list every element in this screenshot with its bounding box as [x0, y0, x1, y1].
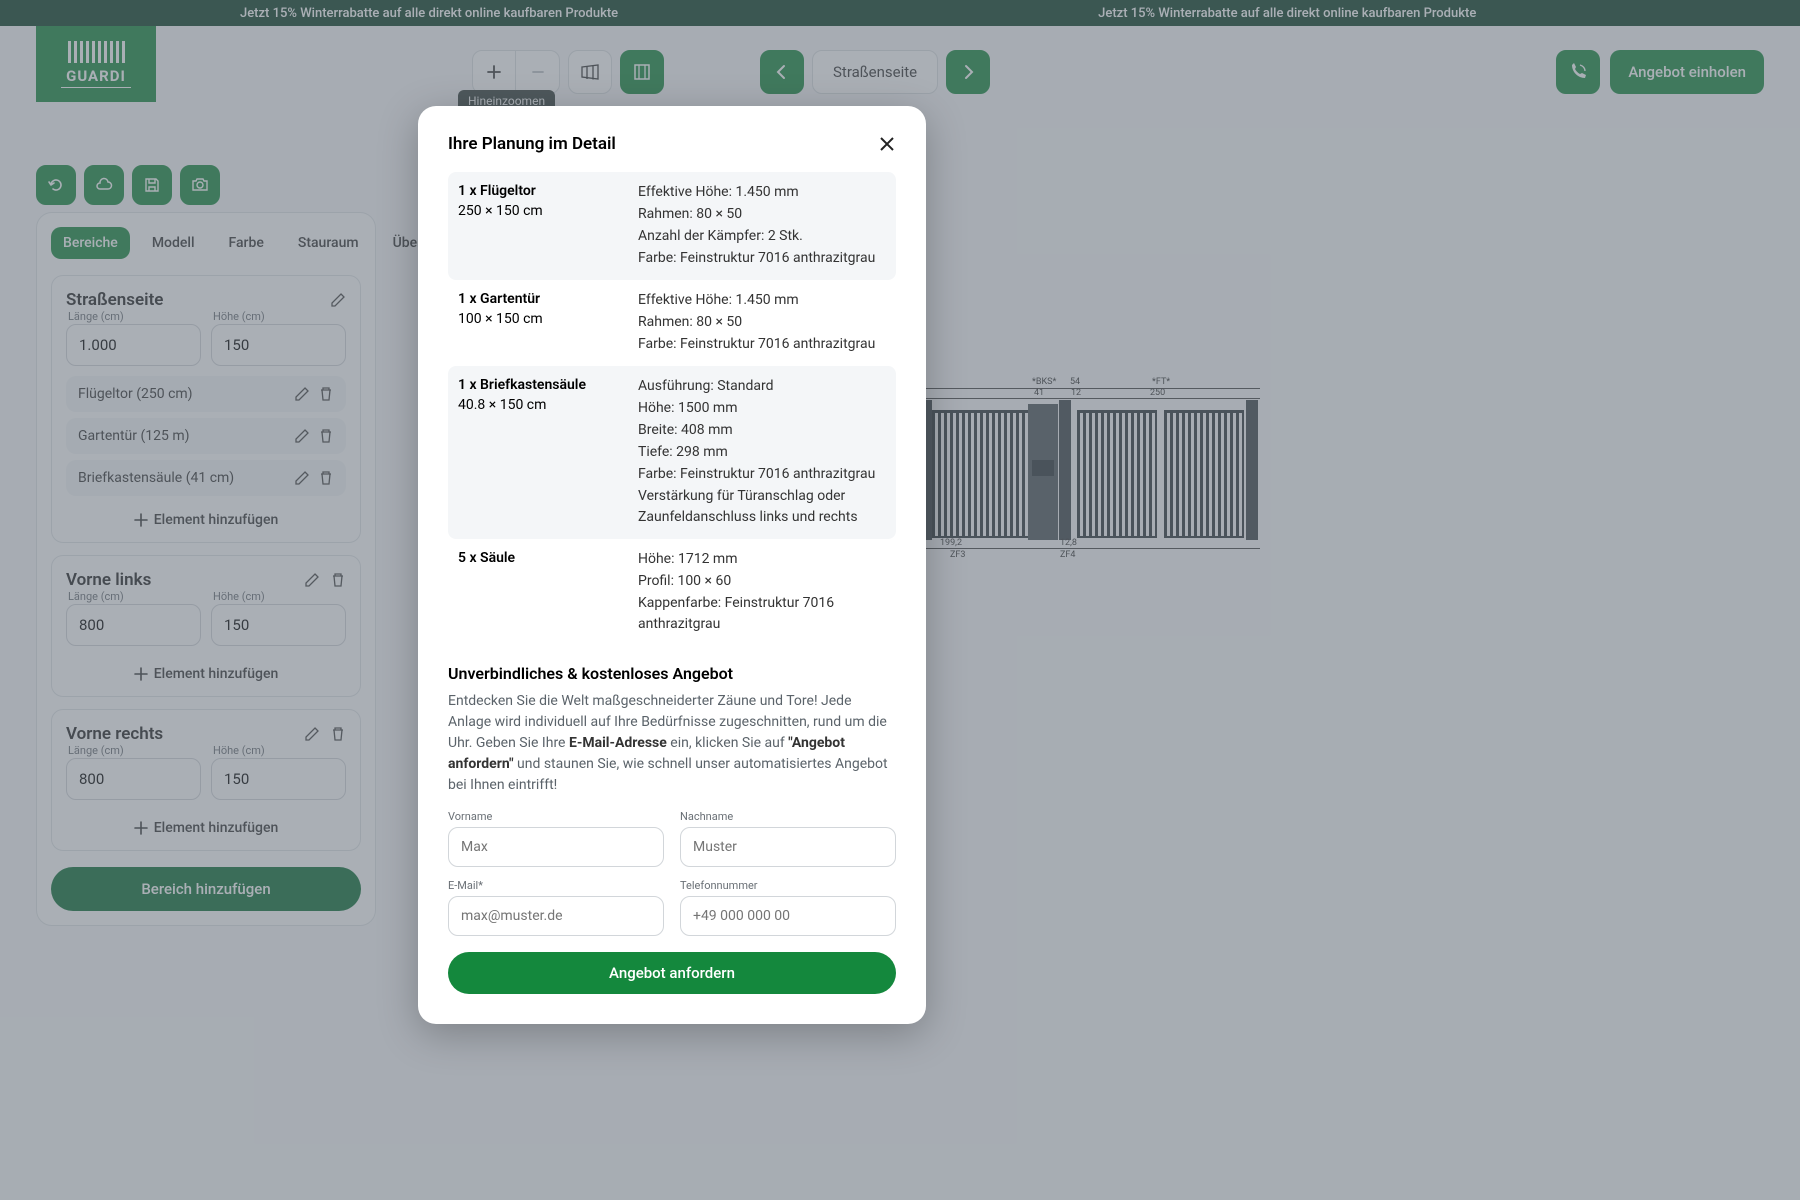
detail-item-dim: 100 × 150 cm [458, 310, 618, 330]
detail-item-dim: 40.8 × 150 cm [458, 396, 618, 416]
detail-item-title: 1 x Flügeltor [458, 182, 618, 202]
detail-spec: Ausführung: Standard [638, 376, 886, 397]
detail-spec: Kappenfarbe: Feinstruktur 7016 anthrazit… [638, 593, 886, 635]
detail-spec: Rahmen: 80 × 50 [638, 204, 886, 225]
firstname-input[interactable] [448, 827, 664, 867]
detail-spec: Anzahl der Kämpfer: 2 Stk. [638, 226, 886, 247]
firstname-label: Vorname [448, 810, 664, 823]
phone-label: Telefonnummer [680, 879, 896, 892]
modal-close-button[interactable] [878, 135, 896, 153]
lastname-label: Nachname [680, 810, 896, 823]
offer-text: Entdecken Sie die Welt maßgeschneiderter… [448, 691, 896, 796]
detail-item-title: 5 x Säule [458, 549, 618, 569]
offer-title: Unverbindliches & kostenloses Angebot [448, 664, 896, 683]
detail-spec: Farbe: Feinstruktur 7016 anthrazitgrau [638, 334, 886, 355]
detail-spec: Höhe: 1500 mm [638, 398, 886, 419]
detail-spec: Verstärkung für Türanschlag oder Zaunfel… [638, 486, 886, 528]
detail-spec: Effektive Höhe: 1.450 mm [638, 290, 886, 311]
detail-spec: Tiefe: 298 mm [638, 442, 886, 463]
detail-spec: Breite: 408 mm [638, 420, 886, 441]
detail-item-title: 1 x Gartentür [458, 290, 618, 310]
lastname-input[interactable] [680, 827, 896, 867]
detail-spec: Effektive Höhe: 1.450 mm [638, 182, 886, 203]
detail-row: 1 x Gartentür100 × 150 cm Effektive Höhe:… [448, 280, 896, 366]
detail-spec: Profil: 100 × 60 [638, 571, 886, 592]
detail-spec: Höhe: 1712 mm [638, 549, 886, 570]
detail-item-title: 1 x Briefkastensäule [458, 376, 618, 396]
email-input[interactable] [448, 896, 664, 936]
detail-row: 1 x Flügeltor250 × 150 cm Effektive Höhe:… [448, 172, 896, 280]
phone-input[interactable] [680, 896, 896, 936]
close-icon [878, 135, 896, 153]
email-label: E-Mail* [448, 879, 664, 892]
detail-row: 1 x Briefkastensäule40.8 × 150 cm Ausführ… [448, 366, 896, 539]
modal-title: Ihre Planung im Detail [448, 134, 616, 154]
detail-item-dim: 250 × 150 cm [458, 202, 618, 222]
detail-list: 1 x Flügeltor250 × 150 cm Effektive Höhe:… [448, 172, 896, 646]
detail-row: 5 x Säule Höhe: 1712 mmProfil: 100 × 60Ka… [448, 539, 896, 646]
detail-spec: Farbe: Feinstruktur 7016 anthrazitgrau [638, 464, 886, 485]
planning-detail-modal: Ihre Planung im Detail 1 x Flügeltor250 … [418, 106, 926, 1024]
submit-quote-button[interactable]: Angebot anfordern [448, 952, 896, 994]
detail-spec: Farbe: Feinstruktur 7016 anthrazitgrau [638, 248, 886, 269]
detail-spec: Rahmen: 80 × 50 [638, 312, 886, 333]
